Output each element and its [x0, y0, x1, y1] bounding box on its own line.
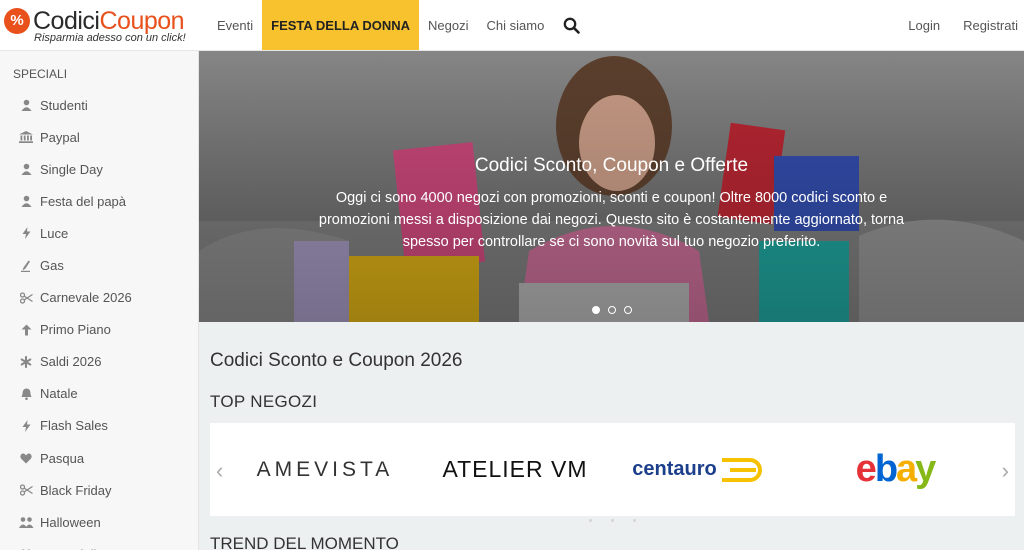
login-link[interactable]: Login: [908, 18, 940, 33]
carousel-dot-3[interactable]: [623, 306, 632, 314]
trend-title: TREND DEL MOMENTO: [210, 534, 399, 553]
sidebar-item-label: Flash Sales: [40, 418, 108, 434]
centauro-mark-icon: [721, 457, 762, 482]
main-content: Codici Sconto e Coupon 2026 TOP NEGOZI ‹…: [199, 322, 1024, 553]
sidebar-item-label: Carnevale 2026: [40, 290, 132, 306]
sidebar-item-pasqua[interactable]: Pasqua: [0, 442, 198, 474]
carousel-page-dot[interactable]: [611, 519, 614, 522]
store-logo-amevista[interactable]: AMEVISTA: [240, 423, 410, 516]
nav-chi-siamo[interactable]: Chi siamo: [478, 0, 554, 50]
nav-negozi[interactable]: Negozi: [419, 0, 477, 50]
sidebar-item-label: Studenti: [40, 97, 88, 113]
arrow-up-icon: [18, 323, 34, 337]
heart-icon: [18, 451, 34, 465]
sidebar-item-festa-del-papa[interactable]: Festa del papà: [0, 185, 198, 217]
sidebar-item-label: Festa del papà: [40, 193, 127, 209]
ebay-letter: e: [855, 448, 877, 490]
sidebar-item-label: Primo Piano: [40, 322, 111, 338]
bank-icon: [18, 130, 34, 144]
asterisk-icon: [18, 355, 34, 369]
store-logo-ebay[interactable]: ebay: [810, 423, 980, 516]
chevron-left-icon[interactable]: ‹: [216, 458, 223, 484]
centauro-wordmark: centauro: [632, 458, 717, 480]
sidebar-item-festa-della-mamma[interactable]: Festa della Mamma: [0, 538, 198, 550]
sidebar-item-label: Gas: [40, 258, 64, 274]
top-stores-carousel: ‹ AMEVISTA ATELIER VM centauro ebay ›: [210, 423, 1015, 522]
sidebar-heading: SPECIALI: [13, 67, 68, 81]
carousel-dot-2[interactable]: [607, 306, 616, 314]
scissors-icon: [18, 291, 34, 305]
site-logo[interactable]: % CodiciCoupon Risparmia adesso con un c…: [4, 6, 194, 46]
ebay-letter: a: [896, 448, 917, 490]
sidebar-item-saldi-2026[interactable]: Saldi 2026: [0, 346, 198, 378]
users-icon: [18, 515, 34, 529]
user-icon: [18, 194, 34, 208]
logo-word-1: Codici: [33, 7, 100, 35]
sidebar-item-label: Halloween: [40, 514, 101, 530]
logo-word-2: Coupon: [99, 7, 185, 35]
sidebar-item-label: Single Day: [40, 161, 103, 177]
sidebar-item-gas[interactable]: Gas: [0, 249, 198, 281]
scissors-icon: [18, 483, 34, 497]
ebay-wordmark: ebay: [855, 448, 937, 491]
flame-icon: [18, 259, 34, 273]
search-icon[interactable]: [553, 0, 590, 50]
percent-icon: %: [4, 8, 30, 34]
sidebar-item-paypal[interactable]: Paypal: [0, 121, 198, 153]
top-navbar: % CodiciCoupon Risparmia adesso con un c…: [0, 0, 1024, 51]
nav-eventi[interactable]: Eventi: [208, 0, 262, 50]
sidebar-list: Studenti Paypal Single Day Festa del papà Lu…: [0, 89, 198, 550]
sidebar-item-flash-sales[interactable]: Flash Sales: [0, 410, 198, 442]
user-icon: [18, 162, 34, 176]
register-link[interactable]: Registrati: [963, 18, 1018, 33]
hero-subtitle: Oggi ci sono 4000 negozi con promozioni,…: [318, 190, 905, 250]
sidebar-item-label: Luce: [40, 225, 69, 241]
hero-title: Codici Sconto, Coupon e Offerte: [474, 155, 749, 176]
user-icon: [18, 98, 34, 112]
carousel-page-dot[interactable]: [633, 519, 636, 522]
carousel-page-dots: [210, 519, 1015, 522]
sidebar-item-natale[interactable]: Natale: [0, 378, 198, 410]
hero-banner: Codici Sconto, Coupon e Offerte Oggi ci …: [199, 51, 1024, 322]
sidebar-item-label: Saldi 2026: [40, 354, 102, 370]
bolt-icon: [18, 226, 34, 240]
chevron-right-icon[interactable]: ›: [1002, 458, 1009, 484]
sidebar-item-carnevale-2026[interactable]: Carnevale 2026: [0, 282, 198, 314]
hero-carousel-dots: [199, 306, 1024, 314]
sidebar-item-single-day[interactable]: Single Day: [0, 153, 198, 185]
main-nav: Eventi FESTA DELLA DONNA Negozi Chi siam…: [208, 0, 590, 50]
store-logo-atelier-vm[interactable]: ATELIER VM: [430, 423, 600, 516]
sidebar-item-halloween[interactable]: Halloween: [0, 506, 198, 538]
nav-festa-della-donna[interactable]: FESTA DELLA DONNA: [262, 0, 420, 50]
carousel-dot-1[interactable]: [591, 306, 600, 314]
sidebar-item-primo-piano[interactable]: Primo Piano: [0, 314, 198, 346]
auth-links: Login Registrati: [908, 0, 1018, 50]
sidebar-item-label: Natale: [40, 386, 78, 402]
sidebar-item-black-friday[interactable]: Black Friday: [0, 474, 198, 506]
bell-icon: [18, 387, 34, 401]
sidebar-item-label: Black Friday: [40, 482, 112, 498]
sidebar-item-label: Pasqua: [40, 450, 85, 466]
ebay-letter: b: [874, 448, 898, 490]
carousel-page-dot[interactable]: [589, 519, 592, 522]
sidebar-item-luce[interactable]: Luce: [0, 217, 198, 249]
logo-tagline: Risparmia adesso con un click!: [34, 32, 186, 44]
sidebar: SPECIALI Studenti Paypal Single Day Festa d…: [0, 51, 199, 550]
section-title: Codici Sconto e Coupon 2026: [210, 350, 463, 371]
sidebar-item-studenti[interactable]: Studenti: [0, 89, 198, 121]
sidebar-item-label: Paypal: [40, 129, 80, 145]
bolt-icon: [18, 419, 34, 433]
ebay-letter: y: [915, 448, 936, 490]
store-logo-centauro[interactable]: centauro: [615, 423, 785, 516]
top-stores-title: TOP NEGOZI: [210, 392, 318, 411]
